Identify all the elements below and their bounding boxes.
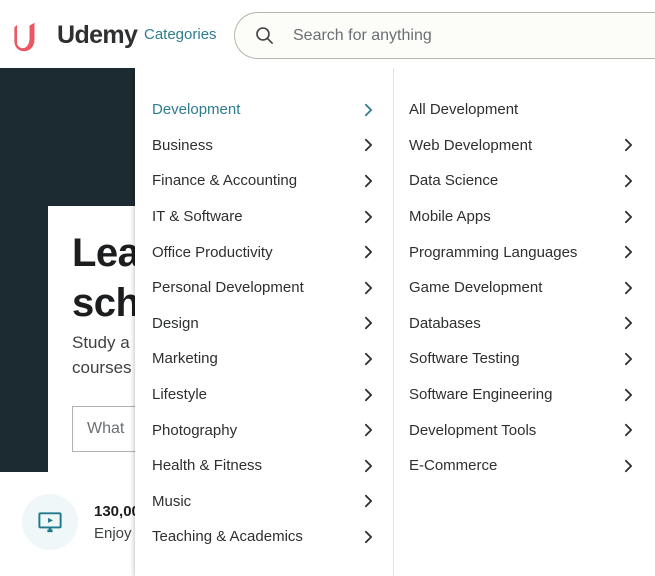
- menu-item-label: E-Commerce: [409, 457, 498, 475]
- video-monitor-icon: [22, 494, 78, 550]
- chevron-right-icon: [364, 139, 373, 152]
- menu-item-label: Databases: [409, 314, 481, 332]
- search-icon: [256, 27, 273, 44]
- chevron-right-icon: [624, 210, 633, 223]
- search-input-placeholder: Search for anything: [293, 26, 432, 44]
- submenu-item-data-science[interactable]: Data Science: [394, 163, 655, 199]
- menu-item-label: Finance & Accounting: [152, 172, 298, 190]
- chevron-right-icon: [624, 139, 633, 152]
- chevron-right-icon: [624, 352, 633, 366]
- dropdown-column-categories: Development Business Finance & Accounting I…: [135, 68, 394, 576]
- menu-item-music[interactable]: Music: [135, 484, 393, 520]
- chevron-right-icon: [364, 174, 373, 188]
- menu-item-business[interactable]: Business: [135, 128, 393, 164]
- submenu-item-game-development[interactable]: Game Development: [394, 270, 655, 306]
- hero-search-input-value: What: [87, 420, 125, 437]
- submenu-item-databases[interactable]: Databases: [394, 306, 655, 342]
- submenu-item-e-commerce[interactable]: E-Commerce: [394, 448, 655, 484]
- menu-item-teaching-academics[interactable]: Teaching & Academics: [135, 519, 393, 555]
- site-header: Udemy Categories Search for anything: [0, 0, 655, 68]
- menu-item-label: Office Productivity: [152, 243, 273, 261]
- chevron-right-icon: [364, 388, 373, 401]
- chevron-right-icon: [364, 317, 373, 330]
- menu-item-label: All Development: [409, 101, 519, 119]
- menu-item-label: Marketing: [152, 350, 218, 368]
- chevron-right-icon: [364, 352, 373, 366]
- menu-item-label: Lifestyle: [152, 386, 208, 404]
- categories-nav-link[interactable]: Categories: [144, 26, 217, 43]
- menu-item-lifestyle[interactable]: Lifestyle: [135, 377, 393, 413]
- menu-item-label: Development Tools: [409, 421, 537, 439]
- submenu-item-web-development[interactable]: Web Development: [394, 128, 655, 164]
- chevron-right-icon: [364, 103, 373, 116]
- menu-item-office-productivity[interactable]: Office Productivity: [135, 234, 393, 270]
- chevron-right-icon: [364, 495, 373, 508]
- menu-item-label: Photography: [152, 421, 238, 439]
- menu-item-label: Programming Languages: [409, 243, 578, 261]
- menu-item-marketing[interactable]: Marketing: [135, 341, 393, 377]
- chevron-right-icon: [364, 246, 373, 259]
- menu-item-label: Music: [152, 492, 192, 510]
- menu-item-it-software[interactable]: IT & Software: [135, 199, 393, 235]
- chevron-right-icon: [624, 281, 633, 294]
- menu-item-label: Business: [152, 136, 213, 154]
- menu-item-label: Data Science: [409, 172, 499, 190]
- menu-item-development[interactable]: Development: [135, 92, 393, 128]
- dropdown-column-categories-list: Development Business Finance & Accounting I…: [135, 68, 393, 555]
- menu-item-personal-development[interactable]: Personal Development: [135, 270, 393, 306]
- menu-item-finance-accounting[interactable]: Finance & Accounting: [135, 163, 393, 199]
- submenu-item-software-engineering[interactable]: Software Engineering: [394, 377, 655, 413]
- udemy-logo-text: Udemy: [57, 20, 138, 49]
- chevron-right-icon: [364, 459, 373, 472]
- menu-item-design[interactable]: Design: [135, 306, 393, 342]
- submenu-item-programming-languages[interactable]: Programming Languages: [394, 234, 655, 270]
- chevron-right-icon: [624, 423, 633, 437]
- search-bar[interactable]: Search for anything: [234, 12, 655, 59]
- menu-item-label: Mobile Apps: [409, 208, 491, 226]
- menu-item-health-fitness[interactable]: Health & Fitness: [135, 448, 393, 484]
- submenu-item-mobile-apps[interactable]: Mobile Apps: [394, 199, 655, 235]
- chevron-right-icon: [624, 388, 633, 401]
- submenu-item-software-testing[interactable]: Software Testing: [394, 341, 655, 377]
- udemy-u-logo-icon: [14, 22, 35, 52]
- menu-item-label: Game Development: [409, 279, 543, 297]
- chevron-right-icon: [364, 423, 373, 437]
- chevron-right-icon: [624, 459, 633, 472]
- menu-item-label: Software Testing: [409, 350, 520, 368]
- menu-item-label: Teaching & Academics: [152, 528, 303, 546]
- menu-item-label: Health & Fitness: [152, 457, 263, 475]
- stat-item: 130,00 Enjoy a: [22, 494, 144, 550]
- menu-item-label: Design: [152, 314, 199, 332]
- submenu-item-development-tools[interactable]: Development Tools: [394, 412, 655, 448]
- dropdown-column-subcategories-list: All Development Web Development Data Scien…: [394, 68, 655, 484]
- page-root: Lea sch Study a courses What 130,00 Enjo…: [0, 0, 655, 576]
- chevron-right-icon: [364, 530, 373, 544]
- submenu-item-all-development[interactable]: All Development: [394, 92, 655, 128]
- categories-dropdown-panel: Development Business Finance & Accounting I…: [135, 68, 655, 576]
- menu-item-photography[interactable]: Photography: [135, 412, 393, 448]
- menu-item-label: IT & Software: [152, 208, 243, 226]
- udemy-logo[interactable]: Udemy: [12, 18, 138, 52]
- chevron-right-icon: [624, 317, 633, 330]
- chevron-right-icon: [364, 281, 373, 294]
- menu-item-label: Development: [152, 101, 241, 119]
- chevron-right-icon: [364, 210, 373, 223]
- menu-item-label: Web Development: [409, 136, 533, 154]
- dropdown-column-subcategories: All Development Web Development Data Scien…: [394, 68, 655, 576]
- chevron-right-icon: [624, 246, 633, 259]
- menu-item-label: Personal Development: [152, 279, 304, 297]
- chevron-right-icon: [624, 174, 633, 188]
- menu-item-label: Software Engineering: [409, 386, 553, 404]
